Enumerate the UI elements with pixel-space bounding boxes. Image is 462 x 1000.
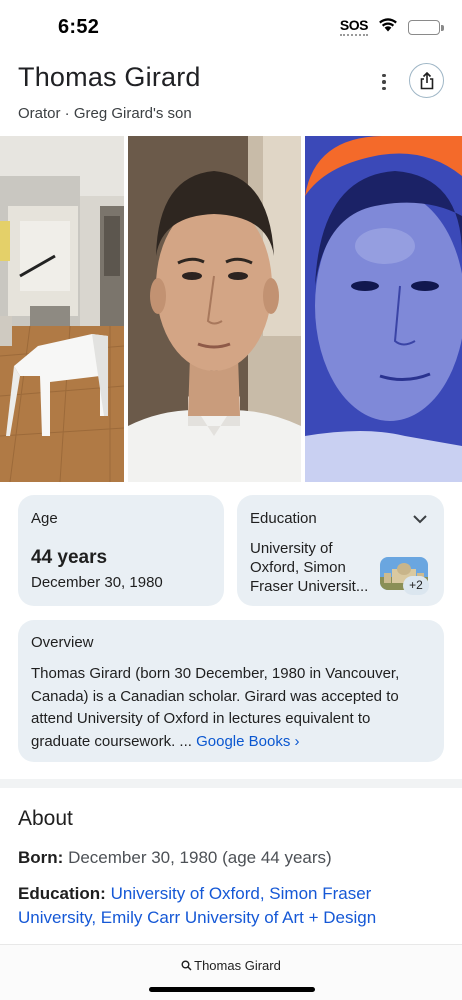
overview-card[interactable]: Overview Thomas Girard (born 30 December… [18,620,444,762]
share-icon [420,71,433,89]
search-query-text: Thomas Girard [194,958,281,973]
photo-portrait-blue[interactable] [305,136,462,482]
overview-label: Overview [31,634,94,651]
share-button[interactable] [409,63,444,98]
wifi-icon [378,17,398,37]
education-card[interactable]: Education University of Oxford, Simon Fr… [237,495,444,606]
more-count-badge: +2 [403,576,429,595]
chevron-down-icon[interactable] [412,511,428,529]
age-card[interactable]: Age 44 years December 30, 1980 [18,495,224,606]
search-query-pill[interactable]: Thomas Girard [0,958,462,973]
born-value: December 30, 1980 (age 44 years) [68,848,332,867]
image-carousel[interactable] [0,136,462,482]
search-icon [181,960,192,971]
section-divider [0,779,462,788]
entity-header: Thomas Girard Orator · Greg Girard's son [18,62,444,132]
born-row: Born: December 30, 1980 (age 44 years) [18,846,444,870]
status-bar: 6:52 SOS [0,0,462,56]
education-row: Education: University of Oxford, Simon F… [18,882,444,930]
sos-indicator: SOS [339,18,369,36]
birth-date: December 30, 1980 [31,574,163,591]
battery-icon [408,19,444,35]
status-icons: SOS [339,17,444,37]
age-label: Age [31,510,58,527]
more-vert-icon[interactable] [372,70,396,94]
status-time: 6:52 [58,16,100,38]
born-key: Born: [18,848,64,867]
education-key: Education: [18,884,106,903]
education-text: University of Oxford, Simon Fraser Unive… [250,540,369,595]
bottom-search-bar[interactable]: Thomas Girard [0,944,462,1000]
education-label: Education [250,510,317,527]
google-books-link[interactable]: Google Books [196,733,290,750]
home-indicator[interactable] [149,987,315,992]
about-heading: About [18,807,73,830]
entity-subtitle: Orator · Greg Girard's son [18,105,192,122]
photo-portrait[interactable] [128,136,301,482]
overview-text: Thomas Girard (born 30 December, 1980 in… [31,663,426,753]
chevron-right-icon[interactable]: › [295,733,300,750]
photo-interior-room[interactable] [0,136,124,482]
age-value: 44 years [31,547,108,568]
